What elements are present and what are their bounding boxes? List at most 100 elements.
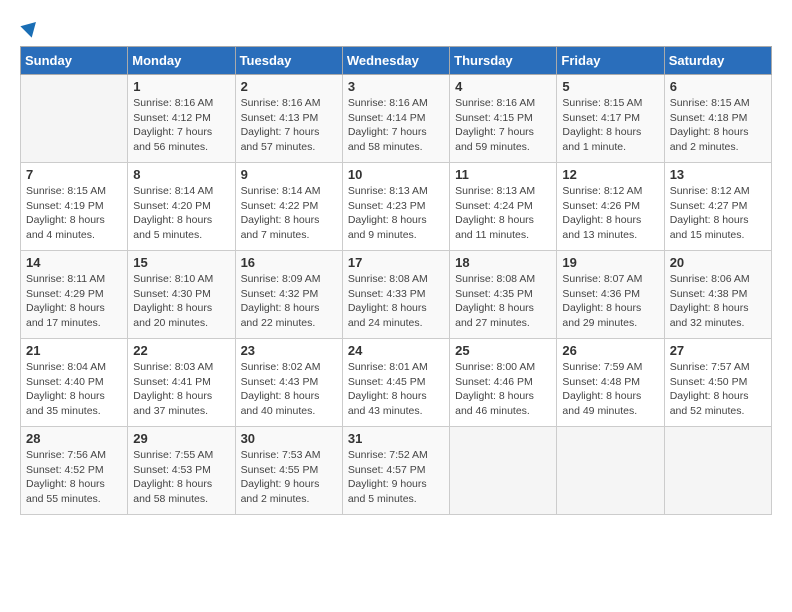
calendar-header-sunday: Sunday — [21, 47, 128, 75]
calendar-cell: 5Sunrise: 8:15 AMSunset: 4:17 PMDaylight… — [557, 75, 664, 163]
page-header — [20, 20, 772, 36]
day-info: Sunrise: 7:57 AMSunset: 4:50 PMDaylight:… — [670, 360, 766, 419]
day-number: 2 — [241, 79, 337, 94]
day-number: 20 — [670, 255, 766, 270]
day-number: 28 — [26, 431, 122, 446]
day-number: 9 — [241, 167, 337, 182]
calendar-cell: 13 Sunrise: 8:12 AMSunset: 4:27 PMDayligh… — [664, 163, 771, 251]
day-info: Sunrise: 8:11 AMSunset: 4:29 PMDaylight:… — [26, 272, 122, 331]
calendar-cell: 7 Sunrise: 8:15 AMSunset: 4:19 PMDaylight… — [21, 163, 128, 251]
calendar-header-row: SundayMondayTuesdayWednesdayThursdayFrid… — [21, 47, 772, 75]
day-number: 25 — [455, 343, 551, 358]
day-number: 15 — [133, 255, 229, 270]
calendar-cell: 16 Sunrise: 8:09 AMSunset: 4:32 PMDayligh… — [235, 251, 342, 339]
day-info: Sunrise: 8:15 AMSunset: 4:18 PMDaylight:… — [670, 96, 766, 155]
day-number: 5 — [562, 79, 658, 94]
calendar-week-row: 1Sunrise: 8:16 AMSunset: 4:12 PMDaylight… — [21, 75, 772, 163]
calendar-cell: 10 Sunrise: 8:13 AMSunset: 4:23 PMDayligh… — [342, 163, 449, 251]
day-number: 14 — [26, 255, 122, 270]
calendar-table: SundayMondayTuesdayWednesdayThursdayFrid… — [20, 46, 772, 515]
calendar-cell: 2 Sunrise: 8:16 AMSunset: 4:13 PMDaylight… — [235, 75, 342, 163]
calendar-cell: 21 Sunrise: 8:04 AMSunset: 4:40 PMDayligh… — [21, 339, 128, 427]
day-info: Sunrise: 7:55 AMSunset: 4:53 PMDaylight:… — [133, 448, 229, 507]
day-info: Sunrise: 8:03 AMSunset: 4:41 PMDaylight:… — [133, 360, 229, 419]
calendar-cell: 8 Sunrise: 8:14 AMSunset: 4:20 PMDaylight… — [128, 163, 235, 251]
calendar-cell: 9 Sunrise: 8:14 AMSunset: 4:22 PMDaylight… — [235, 163, 342, 251]
day-info: Sunrise: 8:16 AMSunset: 4:14 PMDaylight:… — [348, 96, 444, 155]
calendar-cell — [664, 427, 771, 515]
logo-icon — [20, 16, 41, 37]
day-info: Sunrise: 8:12 AMSunset: 4:27 PMDaylight:… — [670, 184, 766, 243]
day-info: Sunrise: 7:56 AMSunset: 4:52 PMDaylight:… — [26, 448, 122, 507]
day-number: 18 — [455, 255, 551, 270]
day-info: Sunrise: 8:14 AMSunset: 4:20 PMDaylight:… — [133, 184, 229, 243]
calendar-header-tuesday: Tuesday — [235, 47, 342, 75]
calendar-cell: 18 Sunrise: 8:08 AMSunset: 4:35 PMDayligh… — [450, 251, 557, 339]
calendar-cell: 4 Sunrise: 8:16 AMSunset: 4:15 PMDaylight… — [450, 75, 557, 163]
day-number: 23 — [241, 343, 337, 358]
calendar-cell: 25 Sunrise: 8:00 AMSunset: 4:46 PMDayligh… — [450, 339, 557, 427]
day-info: Sunrise: 7:52 AMSunset: 4:57 PMDaylight:… — [348, 448, 444, 507]
day-number: 11 — [455, 167, 551, 182]
day-number: 3 — [348, 79, 444, 94]
calendar-header-wednesday: Wednesday — [342, 47, 449, 75]
day-number: 24 — [348, 343, 444, 358]
day-number: 26 — [562, 343, 658, 358]
day-number: 19 — [562, 255, 658, 270]
calendar-cell — [450, 427, 557, 515]
day-number: 31 — [348, 431, 444, 446]
day-info: Sunrise: 8:12 AMSunset: 4:26 PMDaylight:… — [562, 184, 658, 243]
calendar-cell: 3 Sunrise: 8:16 AMSunset: 4:14 PMDaylight… — [342, 75, 449, 163]
calendar-week-row: 21 Sunrise: 8:04 AMSunset: 4:40 PMDayligh… — [21, 339, 772, 427]
day-info: Sunrise: 8:08 AMSunset: 4:33 PMDaylight:… — [348, 272, 444, 331]
day-info: Sunrise: 8:15 AMSunset: 4:19 PMDaylight:… — [26, 184, 122, 243]
day-number: 6 — [670, 79, 766, 94]
day-info: Sunrise: 8:00 AMSunset: 4:46 PMDaylight:… — [455, 360, 551, 419]
calendar-cell: 31 Sunrise: 7:52 AMSunset: 4:57 PMDayligh… — [342, 427, 449, 515]
calendar-cell: 14 Sunrise: 8:11 AMSunset: 4:29 PMDayligh… — [21, 251, 128, 339]
day-number: 8 — [133, 167, 229, 182]
day-info: Sunrise: 8:13 AMSunset: 4:23 PMDaylight:… — [348, 184, 444, 243]
day-number: 21 — [26, 343, 122, 358]
day-number: 7 — [26, 167, 122, 182]
calendar-week-row: 28 Sunrise: 7:56 AMSunset: 4:52 PMDayligh… — [21, 427, 772, 515]
day-info: Sunrise: 7:59 AMSunset: 4:48 PMDaylight:… — [562, 360, 658, 419]
calendar-cell: 27Sunrise: 7:57 AMSunset: 4:50 PMDayligh… — [664, 339, 771, 427]
day-number: 22 — [133, 343, 229, 358]
calendar-header-saturday: Saturday — [664, 47, 771, 75]
day-info: Sunrise: 8:14 AMSunset: 4:22 PMDaylight:… — [241, 184, 337, 243]
calendar-cell: 23 Sunrise: 8:02 AMSunset: 4:43 PMDayligh… — [235, 339, 342, 427]
calendar-week-row: 7 Sunrise: 8:15 AMSunset: 4:19 PMDaylight… — [21, 163, 772, 251]
day-number: 29 — [133, 431, 229, 446]
day-number: 1 — [133, 79, 229, 94]
calendar-cell: 11 Sunrise: 8:13 AMSunset: 4:24 PMDayligh… — [450, 163, 557, 251]
calendar-cell: 29 Sunrise: 7:55 AMSunset: 4:53 PMDayligh… — [128, 427, 235, 515]
day-info: Sunrise: 8:16 AMSunset: 4:15 PMDaylight:… — [455, 96, 551, 155]
calendar-cell: 22 Sunrise: 8:03 AMSunset: 4:41 PMDayligh… — [128, 339, 235, 427]
day-number: 13 — [670, 167, 766, 182]
calendar-header-monday: Monday — [128, 47, 235, 75]
day-info: Sunrise: 8:10 AMSunset: 4:30 PMDaylight:… — [133, 272, 229, 331]
day-info: Sunrise: 8:13 AMSunset: 4:24 PMDaylight:… — [455, 184, 551, 243]
day-info: Sunrise: 8:09 AMSunset: 4:32 PMDaylight:… — [241, 272, 337, 331]
calendar-week-row: 14 Sunrise: 8:11 AMSunset: 4:29 PMDayligh… — [21, 251, 772, 339]
day-number: 17 — [348, 255, 444, 270]
day-info: Sunrise: 8:08 AMSunset: 4:35 PMDaylight:… — [455, 272, 551, 331]
calendar-cell: 20 Sunrise: 8:06 AMSunset: 4:38 PMDayligh… — [664, 251, 771, 339]
calendar-cell: 1Sunrise: 8:16 AMSunset: 4:12 PMDaylight… — [128, 75, 235, 163]
day-info: Sunrise: 8:07 AMSunset: 4:36 PMDaylight:… — [562, 272, 658, 331]
calendar-cell — [557, 427, 664, 515]
calendar-header-thursday: Thursday — [450, 47, 557, 75]
day-info: Sunrise: 8:16 AMSunset: 4:13 PMDaylight:… — [241, 96, 337, 155]
day-info: Sunrise: 8:06 AMSunset: 4:38 PMDaylight:… — [670, 272, 766, 331]
day-number: 4 — [455, 79, 551, 94]
day-number: 12 — [562, 167, 658, 182]
day-info: Sunrise: 8:01 AMSunset: 4:45 PMDaylight:… — [348, 360, 444, 419]
day-info: Sunrise: 8:02 AMSunset: 4:43 PMDaylight:… — [241, 360, 337, 419]
day-number: 10 — [348, 167, 444, 182]
day-info: Sunrise: 8:04 AMSunset: 4:40 PMDaylight:… — [26, 360, 122, 419]
day-number: 16 — [241, 255, 337, 270]
calendar-cell: 28 Sunrise: 7:56 AMSunset: 4:52 PMDayligh… — [21, 427, 128, 515]
calendar-cell: 24 Sunrise: 8:01 AMSunset: 4:45 PMDayligh… — [342, 339, 449, 427]
calendar-cell: 26 Sunrise: 7:59 AMSunset: 4:48 PMDayligh… — [557, 339, 664, 427]
